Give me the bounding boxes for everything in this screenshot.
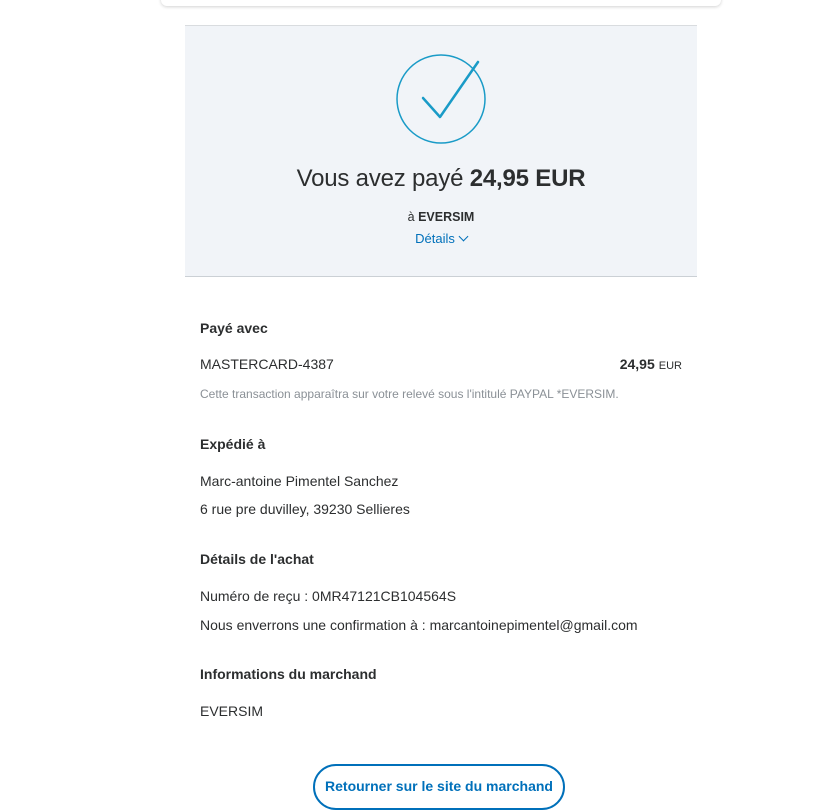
card-amount-currency: EUR bbox=[658, 360, 682, 372]
payment-amount: 24,95 EUR bbox=[469, 165, 586, 192]
confirmation-email: Nous enverrons une confirmation à : marc… bbox=[200, 617, 638, 633]
merchant-info-name: EVERSIM bbox=[200, 703, 264, 719]
card-label: MASTERCARD-4387 bbox=[200, 356, 334, 372]
merchant-prefix: à bbox=[407, 210, 415, 224]
paid-with-title: Payé avec bbox=[200, 320, 268, 336]
payment-title: Vous avez payé 24,95 EUR bbox=[185, 165, 697, 193]
merchant-name: EVERSIM bbox=[418, 210, 475, 224]
payment-confirmation-banner: Vous avez payé 24,95 EUR à EVERSIM Détai… bbox=[185, 25, 697, 277]
shipped-to-title: Expédié à bbox=[200, 436, 266, 452]
card-amount-value: 24,95 bbox=[619, 356, 655, 372]
details-label: Détails bbox=[415, 231, 455, 246]
shipping-address: 6 rue pre duvilley, 39230 Sellieres bbox=[200, 501, 410, 517]
merchant-info-title: Informations du marchand bbox=[200, 666, 377, 682]
purchase-details-title: Détails de l'achat bbox=[200, 551, 314, 567]
top-card-edge bbox=[161, 0, 721, 6]
return-to-merchant-button[interactable]: Retourner sur le site du marchand bbox=[313, 764, 565, 810]
receipt-number: Numéro de reçu : 0MR47121CB104564S bbox=[200, 588, 457, 604]
check-circle-icon bbox=[396, 54, 486, 144]
shipping-name: Marc-antoine Pimentel Sanchez bbox=[200, 473, 399, 489]
details-toggle[interactable]: Détails bbox=[185, 231, 697, 246]
payment-merchant: à EVERSIM bbox=[185, 210, 697, 224]
statement-note: Cette transaction apparaîtra sur votre r… bbox=[200, 387, 619, 401]
payment-title-prefix: Vous avez payé bbox=[296, 165, 464, 192]
chevron-down-icon bbox=[458, 231, 469, 242]
card-amount: 24,95 EUR bbox=[620, 356, 682, 372]
